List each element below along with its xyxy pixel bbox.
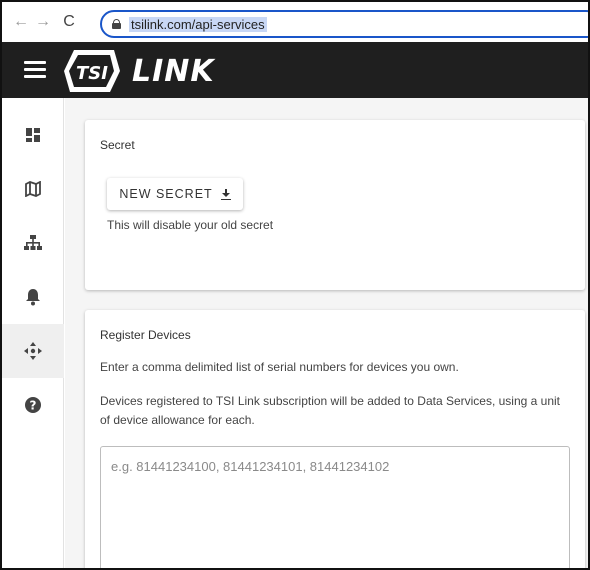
new-secret-button-label: NEW SECRET <box>119 187 213 201</box>
logo-text: LINK <box>132 53 215 89</box>
secret-card-title: Secret <box>100 138 135 152</box>
secret-warning-text: This will disable your old secret <box>107 218 274 232</box>
main-content: Secret NEW SECRET This will disable your… <box>65 98 588 568</box>
map-icon <box>25 181 41 197</box>
move-arrows-icon <box>24 342 42 360</box>
forward-button[interactable]: → <box>32 13 54 31</box>
back-button[interactable]: ← <box>10 13 32 31</box>
register-devices-card: Register Devices Enter a comma delimited… <box>85 310 585 568</box>
sidebar-nav: ? <box>2 98 64 568</box>
sidebar-item-api-services[interactable] <box>2 324 64 378</box>
address-bar[interactable]: tsilink.com/api-services <box>100 10 588 38</box>
dashboard-icon <box>26 128 40 142</box>
register-description-text: Devices registered to TSI Link subscript… <box>100 394 561 427</box>
url-text[interactable]: tsilink.com/api-services <box>129 16 267 32</box>
serial-numbers-input[interactable] <box>100 446 570 568</box>
sidebar-item-help[interactable]: ? <box>2 378 64 432</box>
download-icon <box>220 188 231 200</box>
tsi-mark-icon: TSI <box>64 50 120 92</box>
sidebar-item-map[interactable] <box>2 162 64 216</box>
bell-icon <box>26 289 40 306</box>
help-icon: ? <box>25 397 41 413</box>
logo-mark-text: TSI <box>76 63 108 84</box>
lock-icon <box>112 19 121 29</box>
sidebar-item-dashboard[interactable] <box>2 108 64 162</box>
hierarchy-icon <box>24 235 42 250</box>
screenshot-frame: ← → C tsilink.com/api-services TSI LINK <box>0 0 590 570</box>
reload-button[interactable]: C <box>58 13 80 31</box>
secret-card: Secret NEW SECRET This will disable your… <box>85 120 585 290</box>
new-secret-button[interactable]: NEW SECRET <box>107 178 243 210</box>
register-card-title: Register Devices <box>100 328 191 342</box>
app-header: TSI LINK <box>2 42 588 98</box>
sidebar-item-hierarchy[interactable] <box>2 216 64 270</box>
svg-text:?: ? <box>30 399 37 413</box>
sidebar-item-alerts[interactable] <box>2 270 64 324</box>
menu-icon[interactable] <box>24 61 46 79</box>
tsi-link-logo[interactable]: TSI LINK <box>64 48 215 94</box>
browser-toolbar: ← → C tsilink.com/api-services <box>2 2 588 42</box>
register-instruction-text: Enter a comma delimited list of serial n… <box>100 360 459 374</box>
